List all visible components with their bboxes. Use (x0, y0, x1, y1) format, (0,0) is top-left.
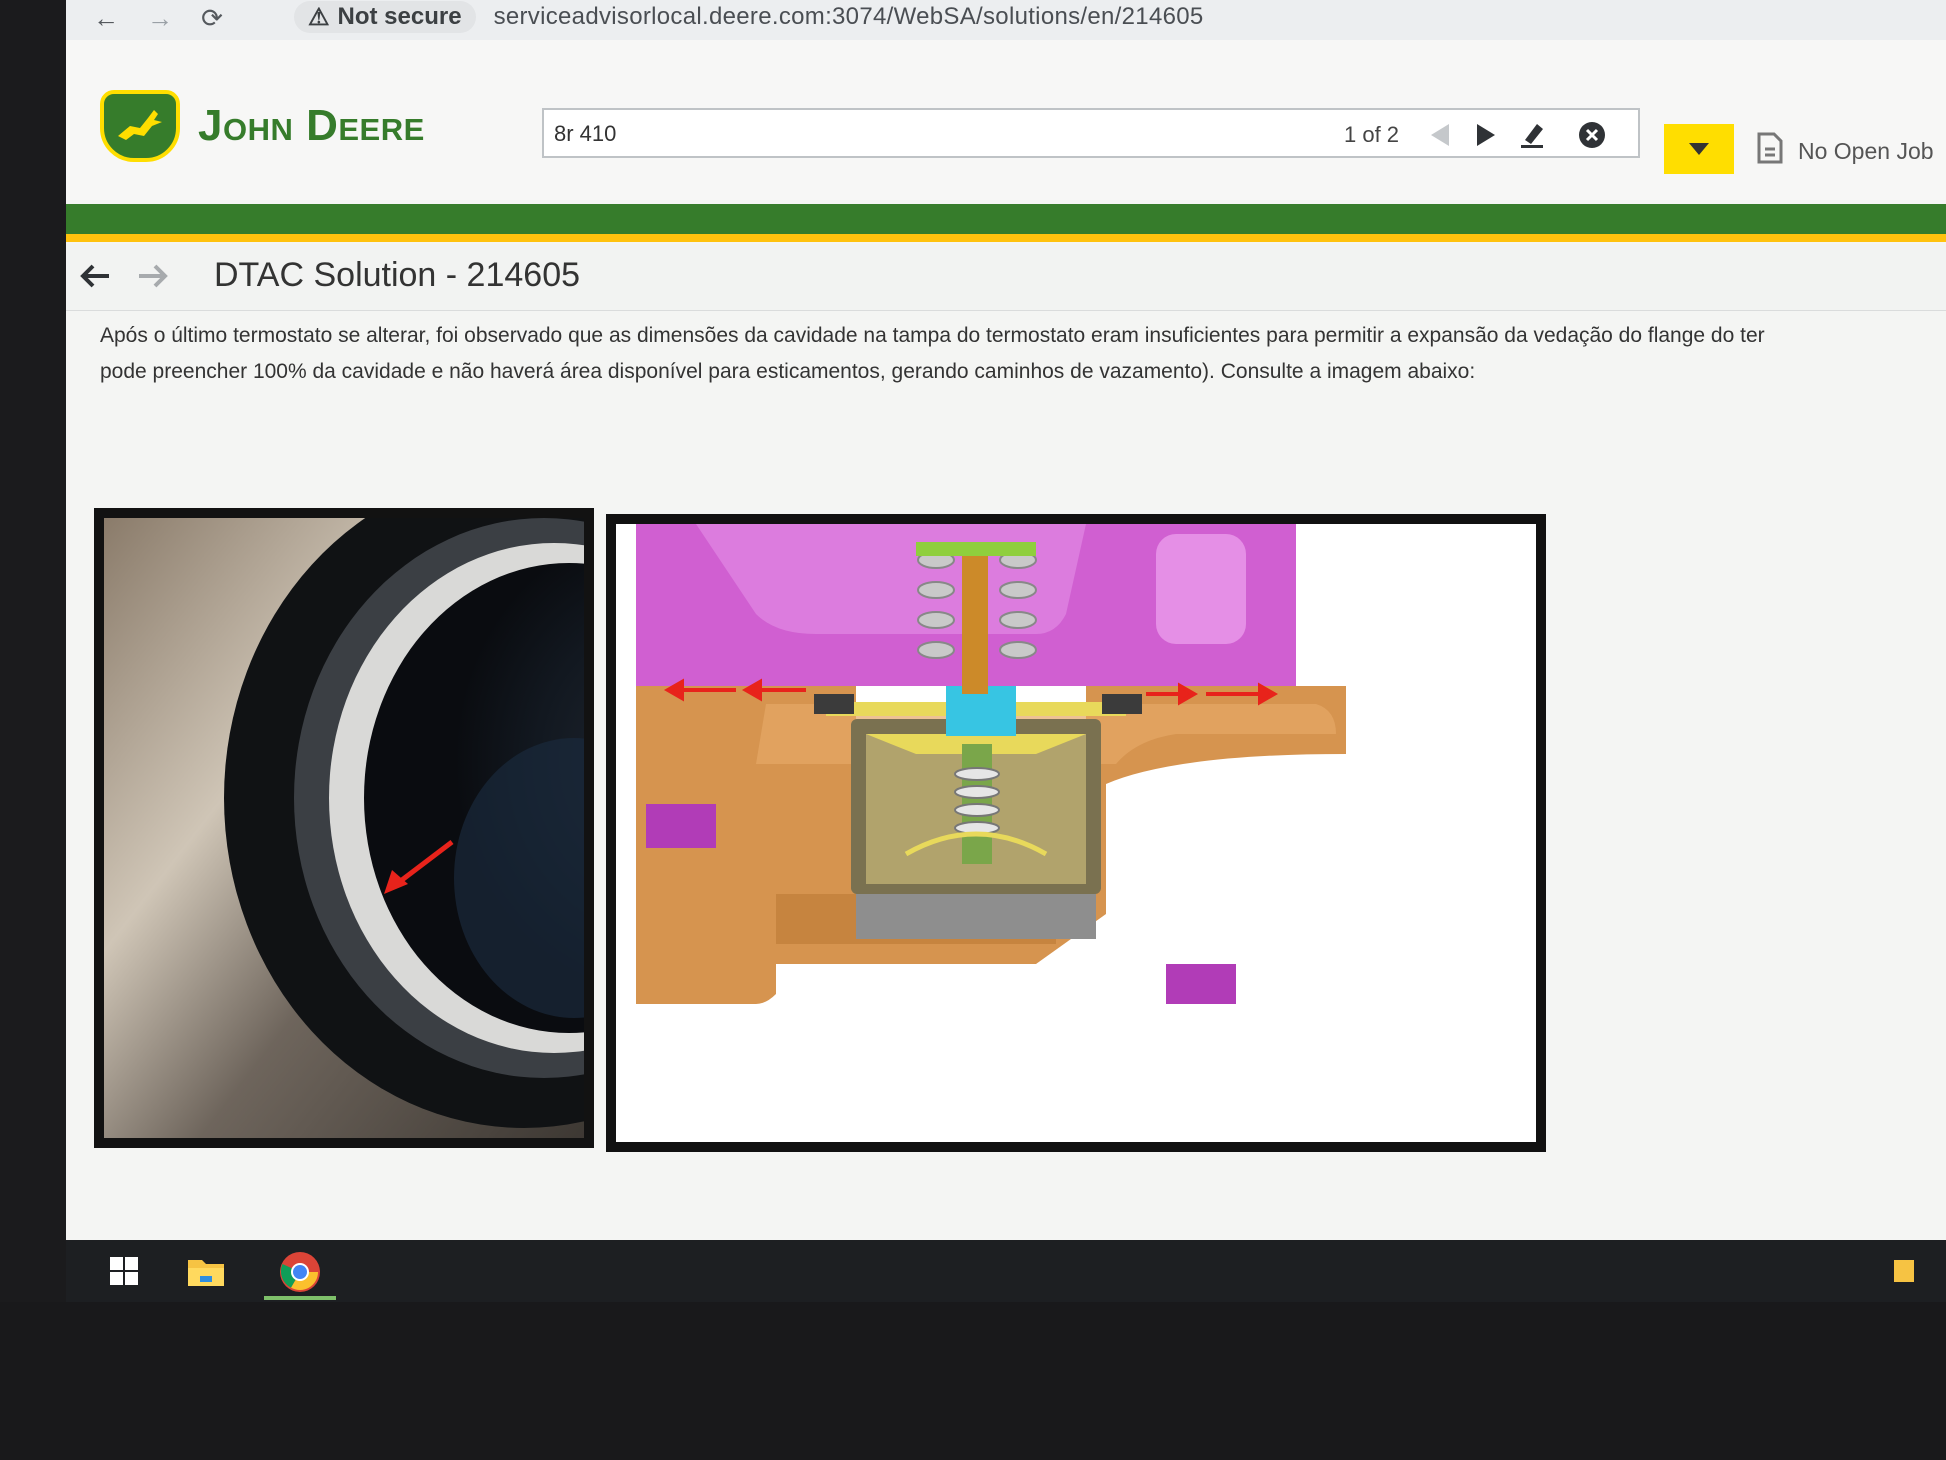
thermostat-cross-section-diagram (606, 514, 1546, 1152)
file-explorer-icon[interactable] (176, 1248, 236, 1294)
page-back-icon[interactable] (76, 256, 116, 296)
reload-icon[interactable]: ⟳ (192, 0, 232, 36)
warning-icon: ⚠ (308, 3, 330, 31)
triangle-left-icon[interactable] (1420, 116, 1460, 154)
monitor-bezel (0, 1302, 1946, 1460)
job-status-label: No Open Job (1798, 137, 1934, 164)
security-chip[interactable]: ⚠ Not secure (294, 1, 476, 33)
brand-name: John Deere (198, 101, 425, 150)
close-circle-icon[interactable] (1572, 116, 1612, 154)
forward-icon[interactable]: → (140, 0, 180, 36)
chevron-down-icon[interactable] (1664, 124, 1734, 174)
search-bar: 1 of 2 (542, 108, 1640, 158)
solution-paragraph: Após o último termostato se alterar, foi… (100, 318, 1946, 390)
job-status[interactable]: No Open Job (1756, 132, 1934, 170)
search-input[interactable] (552, 116, 1256, 152)
header-stripe-yellow (66, 234, 1946, 242)
paragraph-line-2: pode preencher 100% da cavidade e não ha… (100, 360, 1476, 383)
url-text: serviceadvisorlocal.deere.com:3074/WebSA… (493, 3, 1204, 30)
taskbar (66, 1240, 1946, 1302)
highlighter-icon[interactable] (1512, 116, 1552, 154)
document-icon (1756, 132, 1784, 170)
page-title: DTAC Solution - 214605 (214, 256, 581, 294)
browser-toolbar: ← → ⟳ ⚠ Not secure serviceadvisorlocal.d… (66, 0, 1946, 41)
screen: ← → ⟳ ⚠ Not secure serviceadvisorlocal.d… (66, 0, 1946, 1240)
header-stripe-green (66, 204, 1946, 234)
page-forward-icon[interactable] (132, 256, 172, 296)
security-label: Not secure (337, 3, 462, 30)
windows-start-icon[interactable] (94, 1248, 154, 1294)
breadcrumb: DTAC Solution - 214605 (66, 244, 1946, 311)
thermostat-cavity-photo (94, 508, 594, 1148)
paragraph-line-1: Após o último termostato se alterar, foi… (100, 324, 1765, 347)
back-icon[interactable]: ← (86, 0, 126, 36)
app-header: John Deere 1 of 2 No Open (66, 40, 1946, 200)
chrome-icon[interactable] (264, 1248, 336, 1300)
deer-icon (100, 90, 180, 162)
match-count: 1 of 2 (1344, 122, 1400, 147)
triangle-right-icon[interactable] (1466, 116, 1506, 154)
address-bar[interactable]: ⚠ Not secure serviceadvisorlocal.deere.c… (294, 0, 1874, 34)
john-deere-logo[interactable]: John Deere (100, 90, 425, 162)
notification-icon[interactable] (1884, 1248, 1924, 1294)
